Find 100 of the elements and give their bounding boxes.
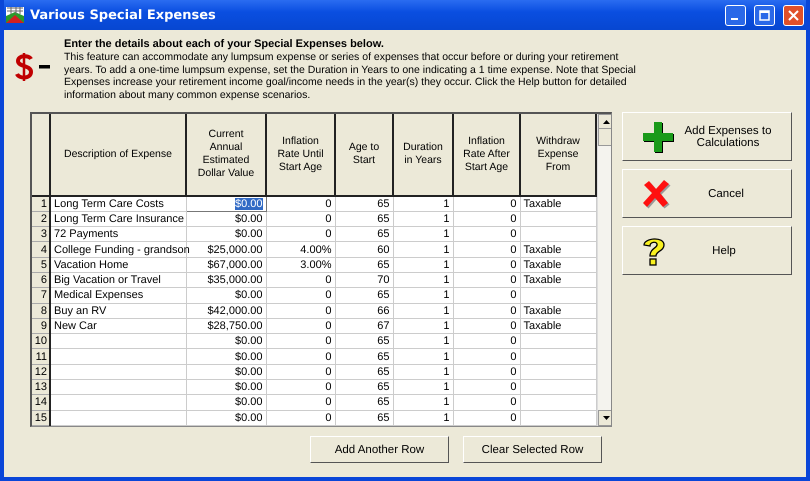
table-cell: 0 xyxy=(266,334,335,349)
table-cell: 65 xyxy=(335,257,393,272)
table-cell: 0 xyxy=(266,394,335,410)
column-header: Inflation Rate Until Start Age xyxy=(266,114,335,196)
row-number[interactable]: 9 xyxy=(32,318,50,334)
row-number[interactable]: 3 xyxy=(32,226,50,242)
table-cell: New Car xyxy=(50,318,186,334)
table-cell: 1 xyxy=(393,379,453,395)
table-cell: $42,000.00 xyxy=(186,303,266,318)
row-number[interactable]: 8 xyxy=(32,303,50,318)
column-header: Inflation Rate After Start Age xyxy=(453,114,520,196)
add-expenses-button[interactable]: Add Expenses to Calculations xyxy=(622,112,792,161)
table-cell: 0 xyxy=(453,211,520,227)
table-cell: 1 xyxy=(393,348,453,364)
table-cell: 1 xyxy=(393,288,453,304)
row-number[interactable]: 15 xyxy=(32,410,50,426)
table-cell: 65 xyxy=(335,394,393,410)
action-button[interactable]: Add Another Row xyxy=(310,436,449,463)
close-icon xyxy=(788,10,799,20)
table-cell: 1 xyxy=(393,364,453,380)
column-header: Withdraw Expense From xyxy=(520,114,596,196)
table-cell: 0 xyxy=(453,303,520,318)
table-cell: 1 xyxy=(393,211,453,227)
app-icon xyxy=(6,7,24,23)
table-cell: 0 xyxy=(453,242,520,258)
table-cell: $28,750.00 xyxy=(186,318,266,334)
table-cell: 65 xyxy=(335,348,393,364)
table-cell: 1 xyxy=(393,394,453,410)
table-cell: Vacation Home xyxy=(50,257,186,272)
table-cell: 66 xyxy=(335,303,393,318)
table-cell: $0.00 xyxy=(186,196,266,212)
window-title: Various Special Expenses xyxy=(30,8,217,22)
row-number[interactable]: 2 xyxy=(32,211,50,227)
table-cell: 1 xyxy=(393,242,453,258)
table-cell: 0 xyxy=(453,394,520,410)
table-cell: 0 xyxy=(453,196,520,212)
down-arrow-icon xyxy=(602,416,610,420)
table-cell: Taxable xyxy=(520,242,596,258)
column-header: Duration in Years xyxy=(393,114,453,196)
table-cell: 65 xyxy=(335,288,393,304)
table-cell: 1 xyxy=(393,196,453,212)
table-cell: 0 xyxy=(453,364,520,380)
row-number[interactable]: 11 xyxy=(32,348,50,364)
table-cell: Buy an RV xyxy=(50,303,186,318)
maximize-button[interactable] xyxy=(754,4,775,26)
row-number[interactable]: 6 xyxy=(32,272,50,288)
table-cell: 1 xyxy=(393,410,453,426)
row-number[interactable]: 5 xyxy=(32,257,50,272)
table-cell: 0 xyxy=(453,334,520,349)
table-cell: $0.00 xyxy=(186,226,266,242)
row-number[interactable]: 7 xyxy=(32,288,50,304)
minimize-button[interactable] xyxy=(725,4,746,26)
table-cell: 72 Payments xyxy=(50,226,186,242)
table-cell: 65 xyxy=(335,379,393,395)
table-cell: 1 xyxy=(393,226,453,242)
table-cell: 0 xyxy=(266,348,335,364)
row-number[interactable]: 14 xyxy=(32,394,50,410)
table-cell: $0.00 xyxy=(186,379,266,395)
instructions-text: This feature can accommodate any lumpsum expense or series of expenses that occur before or during your retirement years. To add a one-time lumpsum expense, set the Duration in Years to one indicating a 1 time expense. Note that Special Expenses increase your retirement income goal/income needs in the year(s) they occur. Click the Help button for detailed information about many common expense scenarios. xyxy=(64,51,637,102)
table-cell: 4.00% xyxy=(266,242,335,258)
table-cell: 0 xyxy=(453,348,520,364)
table-cell: 0 xyxy=(266,318,335,334)
table-cell: 0 xyxy=(453,379,520,395)
table-cell: 0 xyxy=(266,272,335,288)
cancel-button[interactable]: Cancel xyxy=(622,169,792,218)
table-cell: Taxable xyxy=(520,257,596,272)
table-cell: Taxable xyxy=(520,318,596,334)
table-cell: 1 xyxy=(393,318,453,334)
table-cell: 0 xyxy=(266,288,335,304)
row-number[interactable]: 10 xyxy=(32,334,50,349)
table-cell: 0 xyxy=(453,410,520,426)
table-cell: Long Term Care Costs xyxy=(50,196,186,212)
table-cell: 0 xyxy=(453,272,520,288)
row-number[interactable]: 13 xyxy=(32,379,50,395)
table-cell: 1 xyxy=(393,257,453,272)
help-button[interactable]: Help xyxy=(622,226,792,275)
scrollbar-thumb[interactable] xyxy=(598,128,611,146)
table-cell: Big Vacation or Travel xyxy=(50,272,186,288)
action-button[interactable]: Clear Selected Row xyxy=(463,436,602,463)
table-cell: 0 xyxy=(453,288,520,304)
scrollbar[interactable] xyxy=(597,114,611,426)
table-cell: $0.00 xyxy=(186,394,266,410)
table-cell: $0.00 xyxy=(186,211,266,227)
minimize-icon xyxy=(730,18,738,20)
scroll-down-button[interactable] xyxy=(598,410,611,426)
row-number[interactable]: 4 xyxy=(32,242,50,258)
table-cell: 0 xyxy=(266,364,335,380)
column-header: Current Annual Estimated Dollar Value xyxy=(186,114,266,196)
table-cell: 0 xyxy=(266,379,335,395)
table-cell: 1 xyxy=(393,334,453,349)
table-cell: 0 xyxy=(266,226,335,242)
table-cell: 65 xyxy=(335,196,393,212)
close-button[interactable] xyxy=(783,4,804,26)
table-cell: $0.00 xyxy=(186,410,266,426)
table-cell: 65 xyxy=(335,364,393,380)
row-number[interactable]: 12 xyxy=(32,364,50,380)
column-header: Description of Expense xyxy=(50,114,186,196)
table-cell: 0 xyxy=(266,410,335,426)
cross-icon xyxy=(641,178,671,208)
table-cell: 0 xyxy=(266,196,335,212)
